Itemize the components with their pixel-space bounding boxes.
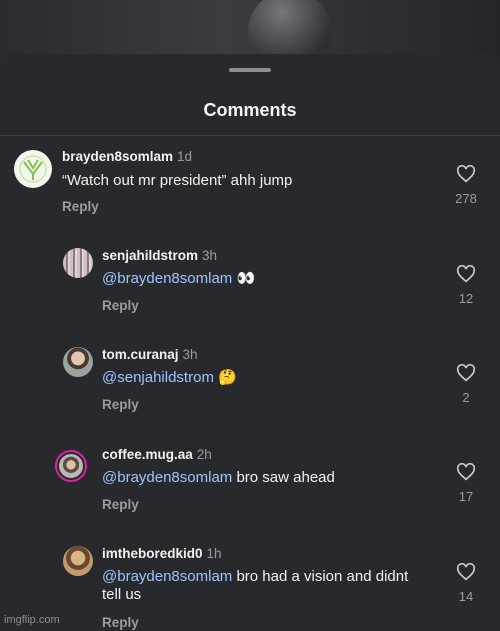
comment-header: brayden8somlam 1d: [62, 149, 192, 164]
reply-button[interactable]: Reply: [102, 298, 139, 313]
reply-button[interactable]: Reply: [102, 497, 139, 512]
avatar-photo: [59, 454, 83, 478]
comment-text: @senjahildstrom 🤔: [102, 369, 402, 387]
username[interactable]: senjahildstrom: [102, 248, 198, 263]
like-count: 17: [458, 489, 474, 504]
comment-text: @brayden8somlam 👀: [102, 270, 402, 288]
helmet-image: [248, 0, 332, 54]
username[interactable]: coffee.mug.aa: [102, 447, 193, 462]
comment-text: “Watch out mr president” ahh jump: [62, 172, 293, 189]
username[interactable]: imtheboredkid0: [102, 546, 203, 561]
like-count: 14: [458, 589, 474, 604]
mention-link[interactable]: @senjahildstrom: [102, 369, 214, 386]
comment-text-rest: 👀: [232, 270, 256, 287]
watermark: imgflip.com: [4, 614, 60, 626]
divider: [0, 135, 500, 136]
leaf-logo-icon: [19, 155, 47, 183]
username[interactable]: brayden8somlam: [62, 149, 173, 164]
user-avatar[interactable]: [63, 546, 93, 576]
comment-header: imtheboredkid0 1h: [102, 546, 222, 561]
drag-handle[interactable]: [229, 68, 271, 72]
mention-link[interactable]: @brayden8somlam: [102, 469, 232, 486]
comment-header: coffee.mug.aa 2h: [102, 447, 212, 462]
like-count: 2: [462, 390, 470, 405]
timestamp: 1d: [177, 149, 193, 164]
sheet-title: Comments: [203, 100, 297, 120]
comment-text-rest: 🤔: [213, 369, 237, 386]
username[interactable]: tom.curanaj: [102, 347, 179, 362]
heart-icon: [456, 364, 476, 382]
user-avatar[interactable]: [63, 248, 93, 278]
comment-header: tom.curanaj 3h: [102, 347, 198, 362]
mention-link[interactable]: @brayden8somlam: [102, 270, 232, 287]
like-button[interactable]: 2: [446, 364, 486, 405]
comment-header: senjahildstrom 3h: [102, 248, 217, 263]
user-avatar[interactable]: [55, 450, 87, 482]
reply-button[interactable]: Reply: [102, 615, 139, 630]
user-avatar[interactable]: [63, 347, 93, 377]
comment-text-rest: bro saw ahead: [232, 469, 335, 486]
mention-link[interactable]: @brayden8somlam: [102, 568, 232, 585]
heart-icon: [456, 563, 476, 581]
heart-icon: [456, 165, 476, 183]
like-button[interactable]: 14: [446, 563, 486, 604]
like-count: 12: [458, 291, 474, 306]
comments-sheet: Comments: [0, 54, 500, 631]
timestamp: 2h: [196, 447, 212, 462]
like-button[interactable]: 17: [446, 463, 486, 504]
comment-text: @brayden8somlam bro saw ahead: [102, 469, 402, 487]
timestamp: 3h: [182, 347, 198, 362]
heart-icon: [456, 463, 476, 481]
user-avatar[interactable]: [14, 150, 52, 188]
reply-button[interactable]: Reply: [62, 199, 99, 214]
timestamp: 3h: [202, 248, 218, 263]
like-button[interactable]: 278: [446, 165, 486, 206]
like-button[interactable]: 12: [446, 265, 486, 306]
comment-text: @brayden8somlam bro had a vision and did…: [102, 568, 422, 604]
like-count: 278: [455, 191, 477, 206]
heart-icon: [456, 265, 476, 283]
reply-button[interactable]: Reply: [102, 397, 139, 412]
timestamp: 1h: [206, 546, 222, 561]
